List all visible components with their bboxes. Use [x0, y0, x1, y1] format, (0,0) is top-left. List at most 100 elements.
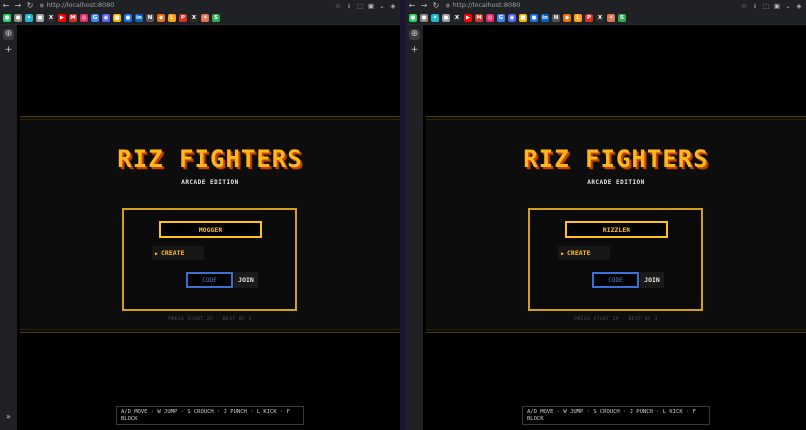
- new-tab-icon[interactable]: +: [409, 45, 420, 56]
- wallet-icon[interactable]: ▣: [367, 2, 375, 10]
- claude-icon[interactable]: ✳: [607, 13, 615, 22]
- notion-icon[interactable]: N: [552, 13, 560, 22]
- ide-icon[interactable]: ◆: [157, 13, 165, 22]
- new-tab-icon[interactable]: +: [3, 45, 14, 56]
- site-icon[interactable]: S: [212, 13, 220, 22]
- browser-titlebar: ← → ↻ ◍ http://localhost:8080 ☆ ⭳ ⬚ ▣ ⌄ …: [0, 0, 400, 11]
- browser-sidebar: ⊕ +: [406, 25, 423, 430]
- menu-icon[interactable]: ◈: [795, 2, 803, 10]
- claude-icon[interactable]: ✳: [201, 13, 209, 22]
- create-label: CREATE: [161, 249, 185, 257]
- join-button[interactable]: JOIN: [234, 272, 258, 288]
- ide-icon[interactable]: ◆: [563, 13, 571, 22]
- discord-icon[interactable]: ◉: [102, 13, 110, 22]
- leetcode-icon[interactable]: L: [168, 13, 176, 22]
- menu-icon[interactable]: ◈: [389, 2, 397, 10]
- whatsapp-icon[interactable]: ●: [409, 13, 417, 22]
- address-bar[interactable]: ◍ http://localhost:8080: [40, 1, 200, 10]
- x-icon[interactable]: X: [47, 13, 55, 22]
- address-url: http://localhost:8080: [46, 1, 115, 9]
- forward-button[interactable]: →: [418, 0, 430, 11]
- star-icon[interactable]: ☆: [740, 2, 748, 10]
- youtube-icon[interactable]: ▶: [58, 13, 66, 22]
- reload-button[interactable]: ↻: [24, 0, 36, 11]
- site-info-icon[interactable]: ◍: [40, 1, 44, 10]
- x-icon[interactable]: X: [190, 13, 198, 22]
- game-title: RIZ FIGHTERS: [117, 145, 303, 173]
- address-url: http://localhost:8080: [452, 1, 521, 9]
- game-subtitle: ARCADE EDITION: [181, 179, 239, 186]
- browser-titlebar: ← → ↻ ◍ http://localhost:8080 ☆ ⭳ ⬚ ▣ ⌄ …: [406, 0, 806, 11]
- room-code-input[interactable]: [592, 272, 639, 288]
- browser-window-left: ← → ↻ ◍ http://localhost:8080 ☆ ⭳ ⬚ ▣ ⌄ …: [0, 0, 400, 430]
- game-title: RIZ FIGHTERS: [523, 145, 709, 173]
- browser-sidebar: ⊕ + »: [0, 25, 17, 430]
- download-icon[interactable]: ⭳: [345, 2, 353, 10]
- profile-icon[interactable]: ⌄: [784, 2, 792, 10]
- x-icon[interactable]: X: [453, 13, 461, 22]
- chrome-icon[interactable]: ●: [530, 13, 538, 22]
- toolbar-actions: ☆ ⭳ ⬚ ▣ ⌄ ◈: [334, 2, 400, 10]
- back-button[interactable]: ←: [406, 0, 418, 11]
- perplexity-icon[interactable]: ✦: [25, 13, 33, 22]
- perplexity-icon[interactable]: ✦: [431, 13, 439, 22]
- google-icon[interactable]: G: [91, 13, 99, 22]
- github-icon[interactable]: ●: [442, 13, 450, 22]
- folder-icon[interactable]: ■: [519, 13, 527, 22]
- pdf-icon[interactable]: P: [179, 13, 187, 22]
- wallet-icon[interactable]: ▣: [773, 2, 781, 10]
- whatsapp-icon[interactable]: ●: [3, 13, 11, 22]
- create-label: CREATE: [567, 249, 591, 257]
- download-icon[interactable]: ⭳: [751, 2, 759, 10]
- bookmarks-bar: ● ● ✦ ● X ▶ M ◎ G ◉ ■ ● in N ◆ L P X ✳ S: [0, 11, 400, 25]
- google-icon[interactable]: G: [497, 13, 505, 22]
- browser-window-right: ← → ↻ ◍ http://localhost:8080 ☆ ⭳ ⬚ ▣ ⌄ …: [406, 0, 806, 430]
- workspace-icon[interactable]: ⊕: [409, 29, 420, 40]
- game-page: RIZ FIGHTERS ARCADE EDITION ▶CREATE JOIN…: [426, 25, 806, 430]
- toolbar-actions: ☆ ⭳ ⬚ ▣ ⌄ ◈: [740, 2, 806, 10]
- create-button[interactable]: ▶ CREATE: [558, 246, 610, 260]
- address-bar[interactable]: ◍ http://localhost:8080: [446, 1, 606, 10]
- gmail-icon[interactable]: M: [69, 13, 77, 22]
- workspace-icon[interactable]: ⊕: [3, 29, 14, 40]
- game-page: RIZ FIGHTERS ARCADE EDITION ▶CREATE JOIN…: [20, 25, 400, 430]
- github-icon[interactable]: ●: [36, 13, 44, 22]
- profile-icon[interactable]: ⌄: [378, 2, 386, 10]
- folder-icon[interactable]: ■: [113, 13, 121, 22]
- linkedin-icon[interactable]: in: [135, 13, 143, 22]
- extensions-icon[interactable]: ⬚: [762, 2, 770, 10]
- chrome-icon[interactable]: ●: [124, 13, 132, 22]
- star-icon[interactable]: ☆: [334, 2, 342, 10]
- instagram-icon[interactable]: ◎: [486, 13, 494, 22]
- create-button[interactable]: ▶ CREATE: [152, 246, 204, 260]
- instagram-icon[interactable]: ◎: [80, 13, 88, 22]
- chrome-icon[interactable]: ●: [14, 13, 22, 22]
- controls-help: A/D MOVE · W JUMP · S CROUCH · J PUNCH ·…: [522, 406, 710, 425]
- leetcode-icon[interactable]: L: [574, 13, 582, 22]
- player-name-input[interactable]: [159, 221, 262, 238]
- gmail-icon[interactable]: M: [475, 13, 483, 22]
- forward-button[interactable]: →: [12, 0, 24, 11]
- site-icon[interactable]: S: [618, 13, 626, 22]
- lobby-panel: ▶CREATE JOIN: [122, 208, 297, 311]
- extensions-icon[interactable]: ⬚: [356, 2, 364, 10]
- reload-button[interactable]: ↻: [430, 0, 442, 11]
- room-code-input[interactable]: [186, 272, 233, 288]
- hint-text: PRESS START 2P · BEST OF 3: [168, 317, 252, 322]
- site-info-icon[interactable]: ◍: [446, 1, 450, 10]
- bookmarks-bar: ● ● ✦ ● X ▶ M ◎ G ◉ ■ ● in N ◆ L P X ✳ S: [406, 11, 806, 25]
- notion-icon[interactable]: N: [146, 13, 154, 22]
- pdf-icon[interactable]: P: [585, 13, 593, 22]
- linkedin-icon[interactable]: in: [541, 13, 549, 22]
- play-arrow-icon: ▶: [155, 251, 159, 257]
- player-name-input[interactable]: [565, 221, 668, 238]
- chrome-icon[interactable]: ●: [420, 13, 428, 22]
- youtube-icon[interactable]: ▶: [464, 13, 472, 22]
- controls-help: A/D MOVE · W JUMP · S CROUCH · J PUNCH ·…: [116, 406, 304, 425]
- hint-text: PRESS START 2P · BEST OF 3: [574, 317, 658, 322]
- discord-icon[interactable]: ◉: [508, 13, 516, 22]
- x-icon[interactable]: X: [596, 13, 604, 22]
- back-button[interactable]: ←: [0, 0, 12, 11]
- join-button[interactable]: JOIN: [640, 272, 664, 288]
- expand-sidebar-icon[interactable]: »: [3, 411, 14, 422]
